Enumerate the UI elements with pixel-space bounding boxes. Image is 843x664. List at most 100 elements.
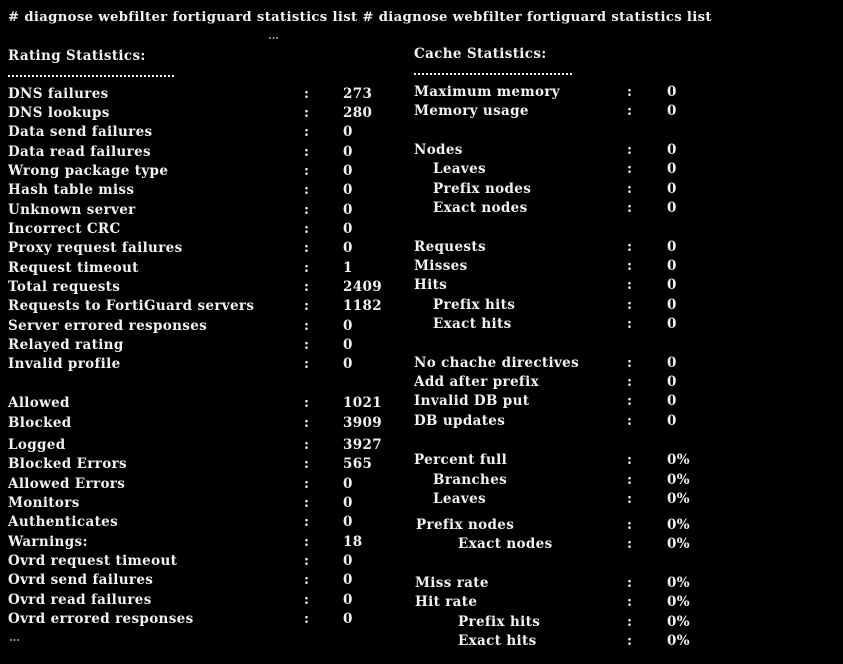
stat-label: Logged (8, 437, 66, 453)
stat-value: 1 (343, 260, 353, 276)
stat-value: 0 (667, 316, 677, 332)
cache-title-underline (414, 73, 572, 75)
stat-value: 0 (667, 297, 677, 313)
stat-separator: : (627, 277, 633, 293)
stat-separator: : (627, 142, 633, 158)
stat-label: Exact nodes (458, 536, 553, 552)
stat-value: 3927 (343, 437, 382, 453)
stat-label: Hit rate (415, 594, 478, 610)
stat-label: Hash table miss (8, 182, 135, 198)
stat-value: 0 (343, 356, 353, 372)
stat-value: 0 (667, 413, 677, 429)
stat-separator: : (627, 258, 633, 274)
stat-label: Proxy request failures (8, 240, 183, 256)
stat-label: Maximum memory (414, 84, 560, 100)
stat-label: Hits (414, 277, 448, 293)
stat-separator: : (304, 202, 310, 218)
stat-value: 0% (667, 472, 690, 488)
stat-separator: : (304, 124, 310, 140)
stat-value: 18 (343, 534, 363, 550)
stat-label: Data read failures (8, 144, 151, 160)
stat-label: Authenticates (8, 514, 119, 530)
stat-label: Leaves (433, 491, 486, 507)
stat-value: 0% (667, 594, 690, 610)
stat-label: Exact nodes (433, 200, 528, 216)
stat-separator: : (627, 472, 633, 488)
stat-label: Warnings: (8, 534, 88, 550)
stat-value: 273 (343, 86, 373, 102)
stat-separator: : (304, 514, 310, 530)
stat-label: Ovrd read failures (8, 592, 152, 608)
stat-separator: : (304, 163, 310, 179)
stat-separator: : (627, 614, 633, 630)
stat-value: 0 (667, 84, 677, 100)
stat-value: 280 (343, 105, 373, 121)
stat-label: Leaves (433, 161, 486, 177)
stat-label: Blocked (8, 415, 72, 431)
stat-value: 2409 (343, 279, 382, 295)
stat-separator: : (304, 437, 310, 453)
stat-label: Prefix hits (433, 297, 516, 313)
stat-value: 0 (667, 181, 677, 197)
stat-separator: : (304, 105, 310, 121)
stat-separator: : (627, 374, 633, 390)
stat-separator: : (304, 495, 310, 511)
stat-value: 0 (667, 355, 677, 371)
stat-label: DNS lookups (8, 105, 110, 121)
stat-separator: : (627, 297, 633, 313)
stat-label: Invalid profile (8, 356, 121, 372)
stat-label: Total requests (8, 279, 121, 295)
stat-separator: : (304, 182, 310, 198)
stat-value: 0 (667, 200, 677, 216)
stat-value: 0 (343, 240, 353, 256)
stat-label: Invalid DB put (414, 393, 530, 409)
stat-separator: : (304, 356, 310, 372)
stat-label: Server errored responses (8, 318, 208, 334)
stat-separator: : (304, 260, 310, 276)
stat-value: 0% (667, 614, 690, 630)
stat-separator: : (304, 221, 310, 237)
stat-value: 0 (343, 163, 353, 179)
stat-label: Misses (414, 258, 468, 274)
stat-separator: : (304, 86, 310, 102)
stat-value: 0 (343, 221, 353, 237)
stat-separator: : (627, 517, 633, 533)
stat-label: Request timeout (8, 260, 139, 276)
stat-separator: : (627, 200, 633, 216)
stat-label: Nodes (414, 142, 463, 158)
stat-separator: : (304, 476, 310, 492)
stat-label: Branches (433, 472, 508, 488)
stat-value: 0 (667, 103, 677, 119)
stat-separator: : (304, 611, 310, 627)
stat-value: 0 (343, 611, 353, 627)
stat-label: Prefix nodes (433, 181, 532, 197)
stat-value: 0 (667, 142, 677, 158)
stat-separator: : (627, 452, 633, 468)
stat-value: 0% (667, 633, 690, 649)
truncation-ellipsis-bottom: … (9, 631, 21, 644)
stat-separator: : (627, 161, 633, 177)
stat-separator: : (304, 572, 310, 588)
stat-label: Monitors (8, 495, 80, 511)
rating-statistics-title: Rating Statistics: (8, 48, 146, 64)
stat-separator: : (304, 456, 310, 472)
stat-value: 0 (343, 476, 353, 492)
stat-value: 0% (667, 491, 690, 507)
stat-label: Unknown server (8, 202, 136, 218)
stat-label: Blocked Errors (8, 456, 127, 472)
stat-separator: : (627, 393, 633, 409)
stat-value: 0 (343, 572, 353, 588)
terminal-command-line: # diagnose webfilter fortiguard statisti… (8, 10, 712, 25)
stat-label: No chache directives (414, 355, 580, 371)
stat-separator: : (627, 181, 633, 197)
stat-separator: : (304, 553, 310, 569)
stat-label: Ovrd request timeout (8, 553, 178, 569)
stat-label: Incorrect CRC (8, 221, 121, 237)
stat-separator: : (304, 240, 310, 256)
stat-label: Prefix hits (458, 614, 541, 630)
stat-value: 0% (667, 517, 690, 533)
stat-separator: : (304, 298, 310, 314)
stat-label: Miss rate (415, 575, 489, 591)
stat-separator: : (627, 633, 633, 649)
stat-separator: : (304, 415, 310, 431)
